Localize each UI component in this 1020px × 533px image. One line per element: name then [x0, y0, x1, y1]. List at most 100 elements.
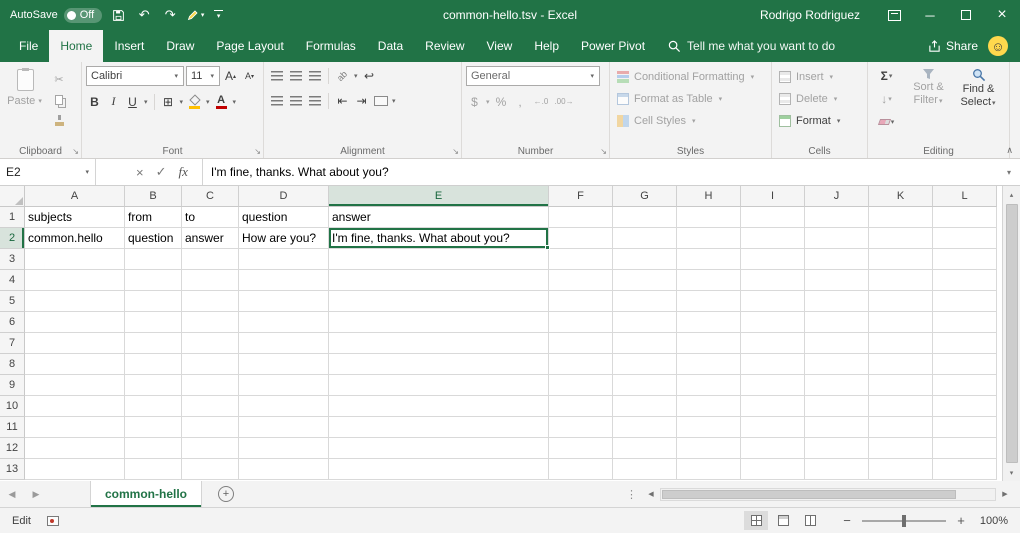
- cell-H7[interactable]: [677, 333, 741, 354]
- tab-view[interactable]: View: [476, 30, 524, 62]
- cell-J3[interactable]: [805, 249, 869, 270]
- close-button[interactable]: ×: [984, 0, 1020, 30]
- cell-G10[interactable]: [613, 396, 677, 417]
- cell-B4[interactable]: [125, 270, 182, 291]
- number-dialog-launcher[interactable]: ↘: [600, 147, 607, 156]
- cell-E10[interactable]: [329, 396, 549, 417]
- row-header-8[interactable]: 8: [0, 354, 25, 375]
- cell-G6[interactable]: [613, 312, 677, 333]
- fill-handle[interactable]: [545, 245, 550, 250]
- cell-B13[interactable]: [125, 459, 182, 480]
- cell-G3[interactable]: [613, 249, 677, 270]
- column-header-F[interactable]: F: [549, 186, 613, 207]
- cell-J13[interactable]: [805, 459, 869, 480]
- cell-D8[interactable]: [239, 354, 329, 375]
- page-break-view-button[interactable]: [798, 511, 822, 530]
- tab-page-layout[interactable]: Page Layout: [205, 30, 294, 62]
- cell-G12[interactable]: [613, 438, 677, 459]
- cell-K3[interactable]: [869, 249, 933, 270]
- row-header-9[interactable]: 9: [0, 375, 25, 396]
- cell-I9[interactable]: [741, 375, 805, 396]
- clipboard-dialog-launcher[interactable]: ↘: [72, 147, 79, 156]
- cell-C4[interactable]: [182, 270, 239, 291]
- zoom-in-button[interactable]: +: [953, 513, 969, 528]
- cell-G8[interactable]: [613, 354, 677, 375]
- tab-scroll-splitter[interactable]: ⋮: [621, 481, 642, 507]
- cell-H11[interactable]: [677, 417, 741, 438]
- sheet-nav-right-button[interactable]: ▶: [24, 481, 48, 507]
- clear-button[interactable]: ▾: [879, 112, 896, 131]
- wrap-text-button[interactable]: ↩: [361, 66, 378, 85]
- column-header-A[interactable]: A: [25, 186, 125, 207]
- cell-F4[interactable]: [549, 270, 613, 291]
- italic-button[interactable]: I: [105, 92, 122, 111]
- dropdown-icon[interactable]: ▾: [144, 98, 148, 106]
- accounting-format-button[interactable]: $: [466, 92, 483, 111]
- cell-I8[interactable]: [741, 354, 805, 375]
- sort-filter-button[interactable]: Sort & Filter▾: [905, 66, 952, 131]
- cell-C6[interactable]: [182, 312, 239, 333]
- zoom-out-button[interactable]: −: [839, 513, 855, 528]
- font-name-select[interactable]: Calibri▾: [86, 66, 184, 86]
- column-header-E[interactable]: E: [329, 186, 549, 207]
- cell-D11[interactable]: [239, 417, 329, 438]
- cell-L11[interactable]: [933, 417, 997, 438]
- cell-I1[interactable]: [741, 207, 805, 228]
- cell-E13[interactable]: [329, 459, 549, 480]
- cell-G11[interactable]: [613, 417, 677, 438]
- align-center-button[interactable]: [287, 91, 304, 110]
- cell-L10[interactable]: [933, 396, 997, 417]
- maximize-button[interactable]: [948, 0, 984, 30]
- feedback-smiley-button[interactable]: ☺: [988, 36, 1008, 56]
- row-header-3[interactable]: 3: [0, 249, 25, 270]
- cell-A1[interactable]: subjects: [25, 207, 125, 228]
- cell-E9[interactable]: [329, 375, 549, 396]
- normal-view-button[interactable]: [744, 511, 768, 530]
- cell-J4[interactable]: [805, 270, 869, 291]
- cell-I3[interactable]: [741, 249, 805, 270]
- cell-C1[interactable]: to: [182, 207, 239, 228]
- borders-button[interactable]: ⊞: [160, 92, 177, 111]
- pen-tool-button[interactable]: ▾: [186, 2, 206, 28]
- comma-style-button[interactable]: ,: [512, 92, 529, 111]
- cell-J9[interactable]: [805, 375, 869, 396]
- cell-K1[interactable]: [869, 207, 933, 228]
- cell-F3[interactable]: [549, 249, 613, 270]
- cell-G4[interactable]: [613, 270, 677, 291]
- cell-C12[interactable]: [182, 438, 239, 459]
- cell-F9[interactable]: [549, 375, 613, 396]
- cell-H10[interactable]: [677, 396, 741, 417]
- cell-D1[interactable]: question: [239, 207, 329, 228]
- cell-G7[interactable]: [613, 333, 677, 354]
- cell-A2[interactable]: common.hello: [25, 228, 125, 249]
- paste-button[interactable]: Paste▾: [4, 66, 46, 129]
- cell-H8[interactable]: [677, 354, 741, 375]
- cell-H4[interactable]: [677, 270, 741, 291]
- tab-power-pivot[interactable]: Power Pivot: [570, 30, 656, 62]
- cell-E12[interactable]: [329, 438, 549, 459]
- underline-button[interactable]: U: [124, 92, 141, 111]
- formula-input[interactable]: I'm fine, thanks. What about you?: [203, 159, 998, 185]
- cell-H12[interactable]: [677, 438, 741, 459]
- cell-E5[interactable]: [329, 291, 549, 312]
- tab-draw[interactable]: Draw: [155, 30, 205, 62]
- formula-bar-expand-button[interactable]: ▾: [998, 159, 1020, 185]
- cell-J10[interactable]: [805, 396, 869, 417]
- scroll-left-arrow[interactable]: ◀: [642, 490, 660, 498]
- increase-decimal-button[interactable]: ←.0: [531, 92, 552, 111]
- cell-D3[interactable]: [239, 249, 329, 270]
- format-cells-button[interactable]: Format ▾: [776, 110, 863, 131]
- alignment-dialog-launcher[interactable]: ↘: [452, 147, 459, 156]
- cell-I7[interactable]: [741, 333, 805, 354]
- cell-H6[interactable]: [677, 312, 741, 333]
- cell-H1[interactable]: [677, 207, 741, 228]
- fill-button[interactable]: ↓▾: [879, 89, 896, 108]
- cell-L1[interactable]: [933, 207, 997, 228]
- cell-A3[interactable]: [25, 249, 125, 270]
- cell-E8[interactable]: [329, 354, 549, 375]
- autosum-button[interactable]: Σ▾: [879, 66, 896, 85]
- scroll-right-arrow[interactable]: ▶: [996, 490, 1014, 498]
- cell-K9[interactable]: [869, 375, 933, 396]
- merge-center-button[interactable]: [372, 91, 389, 110]
- cell-K7[interactable]: [869, 333, 933, 354]
